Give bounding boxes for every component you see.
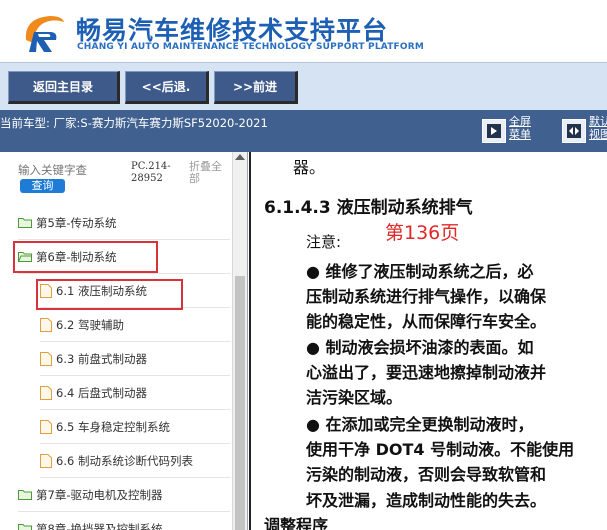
tree-item-label: 6.2 驾驶辅助 — [56, 317, 124, 332]
pc-code: PC.214-28952 — [131, 161, 171, 184]
document-icon — [40, 453, 52, 468]
nav-bar: 返回主目录 <<后退. >>前进 — [0, 62, 607, 110]
header: 畅易汽车维修技术支持平台 CHANG YI AUTO MAINTENANCE T… — [0, 0, 607, 62]
platform-subtitle: CHANG YI AUTO MAINTENANCE TECHNOLOGY SUP… — [77, 42, 425, 52]
content-line: 污染的制动液，否则会导致软管和 — [306, 465, 547, 484]
chapter-6-highlight — [13, 241, 158, 273]
platform-logo-icon — [25, 16, 64, 52]
content-line: 压制动系统进行排气操作，以确保 — [306, 287, 547, 306]
fullscreen-label-1: 全屏 — [509, 115, 531, 128]
section-6-1-highlight — [36, 279, 183, 310]
tree-item-6-4[interactable]: 6.4 后盘式制动器 — [40, 376, 230, 410]
document-content: 器。 6.1.4.3 液压制动系统排气 第136页 注意: ● 维修了液压制动系… — [249, 152, 607, 530]
search-button[interactable]: 查询 — [20, 179, 65, 193]
back-button[interactable]: <<后退. — [125, 71, 209, 104]
fullscreen-menu-link[interactable]: 全屏 菜单 — [509, 115, 531, 141]
tree-item-label: 6.6 制动系统诊断代码列表 — [56, 453, 193, 468]
content-fragment: 器。 — [293, 158, 326, 177]
sidebar: 查询 PC.214-28952 折叠全部 第5章-传动系统 第6章-制动系统 6… — [0, 152, 248, 530]
tree-item-6-5[interactable]: 6.5 车身稳定控制系统 — [40, 410, 230, 444]
fullscreen-label-2: 菜单 — [509, 128, 531, 141]
default-view-icon — [567, 124, 581, 138]
scrollbar-thumb[interactable] — [235, 276, 245, 530]
fullscreen-menu-button[interactable] — [482, 119, 506, 143]
document-icon — [40, 317, 52, 332]
scroll-up-arrow-icon[interactable] — [235, 154, 245, 160]
content-line: ● 维修了液压制动系统之后，必 — [306, 262, 534, 281]
tree-item-6-6[interactable]: 6.6 制动系统诊断代码列表 — [40, 444, 230, 478]
folder-icon — [18, 218, 32, 228]
tree-item-label: 第7章-驱动电机及控制器 — [36, 487, 163, 502]
search-input[interactable] — [18, 164, 128, 178]
collapse-all-button[interactable]: 折叠全部 — [189, 161, 229, 185]
content-line: ● 在添加或完全更换制动液时， — [306, 415, 534, 434]
tree-item-6-2[interactable]: 6.2 驾驶辅助 — [40, 308, 230, 342]
default-view-link[interactable]: 默认 视图 — [589, 115, 607, 141]
app-window: 畅易汽车维修技术支持平台 CHANG YI AUTO MAINTENANCE T… — [0, 0, 607, 530]
tree-item-label: 6.3 前盘式制动器 — [56, 351, 147, 366]
default-view-button[interactable] — [562, 119, 586, 143]
tree-item-chapter-5[interactable]: 第5章-传动系统 — [18, 206, 230, 240]
tree-item-label: 6.5 车身稳定控制系统 — [56, 419, 170, 434]
section-title: 6.1.4.3 液压制动系统排气 — [264, 198, 473, 218]
content-line: 心溢出了，要迅速地擦掉制动液并 — [306, 363, 547, 382]
tree-item-label: 第8章-换挡器及控制系统 — [36, 521, 163, 530]
home-button[interactable]: 返回主目录 — [8, 71, 120, 104]
default-label-1: 默认 — [589, 115, 607, 128]
fullscreen-icon — [487, 124, 501, 138]
folder-icon — [18, 524, 32, 530]
document-icon — [40, 419, 52, 434]
bottom-heading: 调整程序 — [264, 516, 329, 530]
content-line: ● 制动液会损坏油漆的表面。如 — [306, 338, 534, 357]
info-bar: 当前车型: 厂家:S-赛力斯汽车赛力斯SF52020-2021 全屏 菜单 默认… — [0, 110, 607, 152]
content-line: 能的稳定性，从而保障行车安全。 — [306, 312, 547, 331]
default-label-2: 视图 — [589, 128, 607, 141]
forward-button[interactable]: >>前进 — [214, 71, 298, 104]
tree-item-label: 第5章-传动系统 — [36, 215, 117, 230]
tree-item-chapter-8[interactable]: 第8章-换挡器及控制系统 — [18, 512, 230, 530]
content-line: 洁污染区域。 — [306, 388, 403, 407]
search-area: 查询 PC.214-28952 折叠全部 — [0, 152, 232, 206]
folder-icon — [18, 490, 32, 500]
tree-item-6-3[interactable]: 6.3 前盘式制动器 — [40, 342, 230, 376]
tree-item-chapter-7[interactable]: 第7章-驱动电机及控制器 — [18, 478, 230, 512]
tree-item-label: 6.4 后盘式制动器 — [56, 385, 147, 400]
content-line: 坏及泄漏，造成制动性能的失去。 — [306, 491, 547, 510]
current-car-model: 当前车型: 厂家:S-赛力斯汽车赛力斯SF52020-2021 — [0, 116, 268, 130]
content-line: 使用干净 DOT4 号制动液。不能使用 — [306, 440, 575, 459]
page-number-mark: 第136页 — [385, 222, 460, 244]
document-icon — [40, 351, 52, 366]
document-icon — [40, 385, 52, 400]
sidebar-scrollbar[interactable] — [232, 152, 247, 530]
note-label: 注意: — [306, 233, 342, 251]
